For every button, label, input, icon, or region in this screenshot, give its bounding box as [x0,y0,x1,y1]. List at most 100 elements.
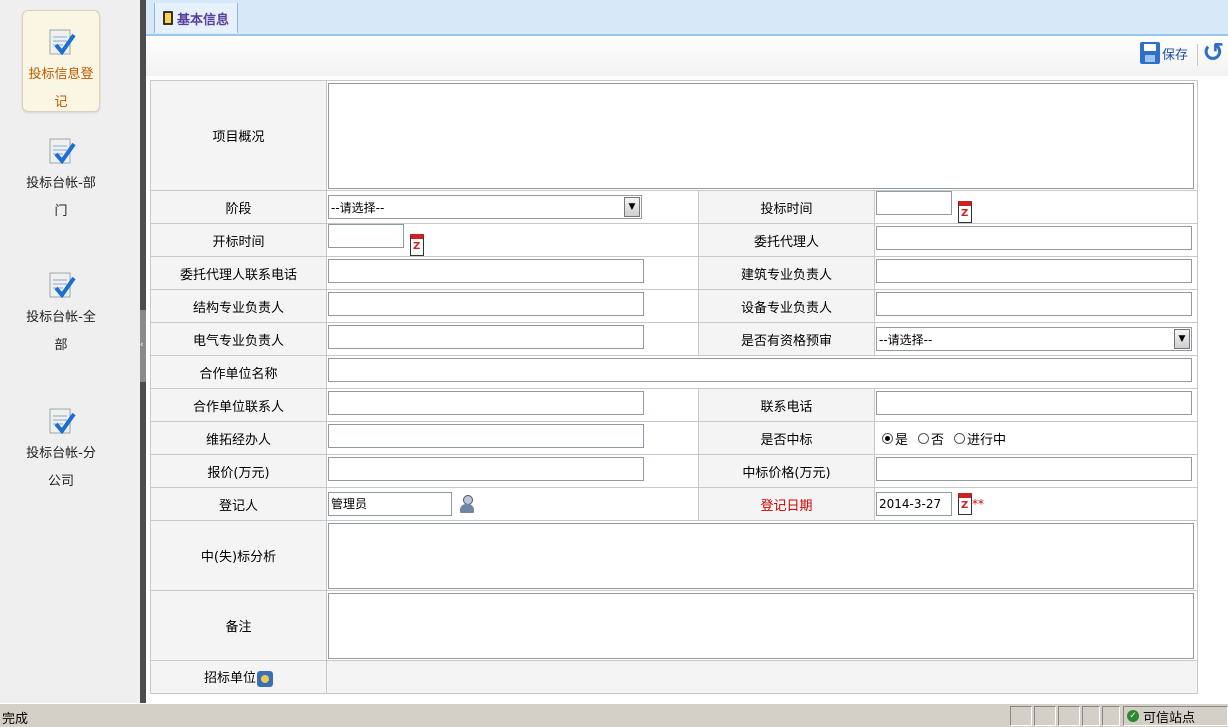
check-circle-icon: ✓ [1127,710,1139,722]
label-won-price: 中标价格(万元) [698,454,875,488]
notes-textarea[interactable] [328,592,1194,659]
tab-bar: 基本信息 [146,0,1228,36]
radio-won-in-progress[interactable]: 进行中 [954,429,1006,448]
toolbar-divider [1197,44,1198,66]
label-prequal: 是否有资格预审 [698,322,875,356]
agent-input[interactable] [876,226,1192,250]
radio-label: 是 [895,432,909,448]
sidebar-item-label: 投标台帐-全部 [26,310,96,353]
status-cell [1058,706,1080,726]
prequal-select-value: --请选择-- [879,332,933,347]
label-bid-time: 投标时间 [698,190,875,224]
security-zone-label: 可信站点 [1143,710,1196,726]
sidebar-item-label: 投标台帐-分公司 [26,446,96,489]
reg-date-input[interactable]: 2014-3-27 [876,492,952,516]
tender-unit-value [326,660,1198,694]
sidebar-item-bid-ledger-branch[interactable]: 投标台帐-分公司 [22,404,100,496]
undo-icon: ↺ [1202,38,1224,68]
label-open-time: 开标时间 [150,223,327,257]
maintainer-input[interactable] [328,424,644,448]
status-bar: 完成 ✓ 可信站点 [0,703,1228,727]
quote-input[interactable] [328,457,644,481]
dropdown-arrow-icon: ▼ [624,197,640,217]
org-picker-icon[interactable] [257,670,273,687]
floppy-disk-icon [1139,42,1160,64]
calendar-icon[interactable] [958,493,972,515]
struct-lead-input[interactable] [328,292,644,316]
calendar-icon[interactable] [958,200,972,223]
open-time-input[interactable] [328,224,404,249]
status-cell [1082,706,1100,726]
status-cell [1010,706,1032,726]
label-contact-phone: 联系电话 [698,388,875,422]
radio-label: 进行中 [967,432,1007,448]
status-cell [1034,706,1056,726]
label-struct-lead: 结构专业负责人 [150,289,327,323]
agent-phone-input[interactable] [328,259,644,283]
won-price-input[interactable] [876,457,1192,481]
registrant-input[interactable]: 管理员 [328,492,452,516]
label-tender-unit: 招标单位 [150,660,327,694]
toolbar: 保存 ↺ [146,36,1228,76]
sidebar: 投标信息登记 投标台帐-部门 投标台帐-全部 投标台帐-分公司 [0,0,140,703]
label-project-overview: 项目概况 [150,80,327,191]
undo-button[interactable]: ↺ [1202,38,1224,68]
status-cell [1102,706,1120,726]
checklist-icon [44,268,78,302]
bid-info-form: 项目概况 阶段 --请选择-- ▼ 投标时间 开标时间 委托代理人 委托代理人联… [150,80,1198,694]
calendar-icon[interactable] [410,233,424,256]
partner-contact-input[interactable] [328,391,644,415]
checklist-icon [44,404,78,438]
checklist-icon [44,25,78,59]
user-picker-icon[interactable] [460,495,474,513]
security-zone: ✓ 可信站点 [1123,706,1228,726]
tab-basic-info[interactable]: 基本信息 [154,3,239,33]
label-notes: 备注 [150,590,327,661]
main-panel: 基本信息 保存 ↺ 项目概况 阶段 --请选择-- ▼ 投标时间 开 [146,0,1228,703]
contact-phone-input[interactable] [876,391,1192,415]
label-reg-date: 登记日期 [698,487,875,521]
bid-time-input[interactable] [876,191,952,216]
stage-select[interactable]: --请选择-- ▼ [328,195,642,219]
label-partner-name: 合作单位名称 [150,355,327,389]
label-quote: 报价(万元) [150,454,327,488]
label-agent-phone: 委托代理人联系电话 [150,256,327,290]
prequal-select[interactable]: --请选择-- ▼ [876,327,1192,351]
label-elec-lead: 电气专业负责人 [150,322,327,356]
tab-label: 基本信息 [177,12,230,28]
label-won-bid: 是否中标 [698,421,875,455]
save-label: 保存 [1161,47,1188,63]
radio-won-yes[interactable]: 是 [882,429,908,448]
sidebar-item-bid-ledger-all[interactable]: 投标台帐-全部 [22,268,100,360]
analysis-textarea[interactable] [328,522,1194,589]
arch-lead-input[interactable] [876,259,1192,283]
checklist-icon [44,134,78,168]
project-overview-textarea[interactable] [328,82,1194,189]
save-button[interactable]: 保存 [1139,42,1188,64]
label-partner-contact: 合作单位联系人 [150,388,327,422]
dropdown-arrow-icon: ▼ [1174,329,1190,349]
sidebar-item-bid-register[interactable]: 投标信息登记 [22,10,100,112]
sidebar-item-label: 投标信息登记 [28,67,94,110]
won-bid-radio-group: 是 否 进行中 [876,429,1197,448]
document-icon [163,11,173,25]
label-arch-lead: 建筑专业负责人 [698,256,875,290]
label-equip-lead: 设备专业负责人 [698,289,875,323]
sidebar-item-label: 投标台帐-部门 [26,176,96,219]
label-analysis: 中(失)标分析 [150,520,327,591]
chevron-left-icon: ‹ [140,340,144,350]
label-maintainer: 维拓经办人 [150,421,327,455]
elec-lead-input[interactable] [328,325,644,349]
label-stage: 阶段 [150,190,327,224]
stage-select-value: --请选择-- [331,200,385,215]
status-text: 完成 [2,712,29,727]
required-mark: ** [972,497,984,511]
equip-lead-input[interactable] [876,292,1192,316]
sidebar-item-bid-ledger-dept[interactable]: 投标台帐-部门 [22,134,100,226]
partner-name-input[interactable] [328,358,1192,382]
radio-won-no[interactable]: 否 [918,429,944,448]
radio-dot [882,432,893,444]
radio-dot [918,432,930,444]
label-registrant: 登记人 [150,487,327,521]
radio-dot [954,432,966,444]
